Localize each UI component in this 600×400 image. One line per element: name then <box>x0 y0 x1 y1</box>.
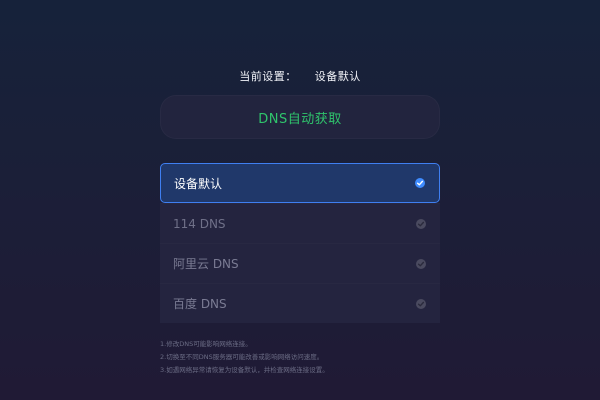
dns-option-label: 设备默认 <box>174 176 223 191</box>
dns-option-device-default[interactable]: 设备默认 <box>160 163 440 203</box>
current-setting-value: 设备默认 <box>314 70 361 83</box>
note-line: 1.修改DNS可能影响网络连接。 <box>160 340 252 348</box>
dns-option-baidu[interactable]: 百度 DNS <box>160 283 440 323</box>
current-setting-label: 当前设置： <box>239 70 297 83</box>
dns-notes: 1.修改DNS可能影响网络连接。 2.切换至不同DNS服务器可能改善或影响网络访… <box>160 338 460 377</box>
note-line: 2.切换至不同DNS服务器可能改善或影响网络访问速度。 <box>160 353 324 361</box>
note-line: 3.如遇网络异常请恢复为设备默认，并检查网络连接设置。 <box>160 366 329 374</box>
current-setting: 当前设置： 设备默认 <box>0 68 600 84</box>
check-icon <box>415 178 425 188</box>
check-icon <box>416 298 426 309</box>
dns-option-label: 百度 DNS <box>173 297 227 311</box>
dns-status-pill: DNS自动获取 <box>160 95 440 139</box>
dns-option-aliyun[interactable]: 阿里云 DNS <box>160 243 440 283</box>
dns-option-label: 114 DNS <box>173 216 226 231</box>
dns-option-114[interactable]: 114 DNS <box>160 203 440 243</box>
dns-status-text: DNS自动获取 <box>258 111 342 127</box>
dns-option-list: 设备默认 114 DNS 阿里云 DNS 百度 DNS <box>160 163 440 323</box>
check-icon <box>416 258 426 269</box>
dns-option-label: 阿里云 DNS <box>173 257 239 271</box>
check-icon <box>416 218 426 229</box>
